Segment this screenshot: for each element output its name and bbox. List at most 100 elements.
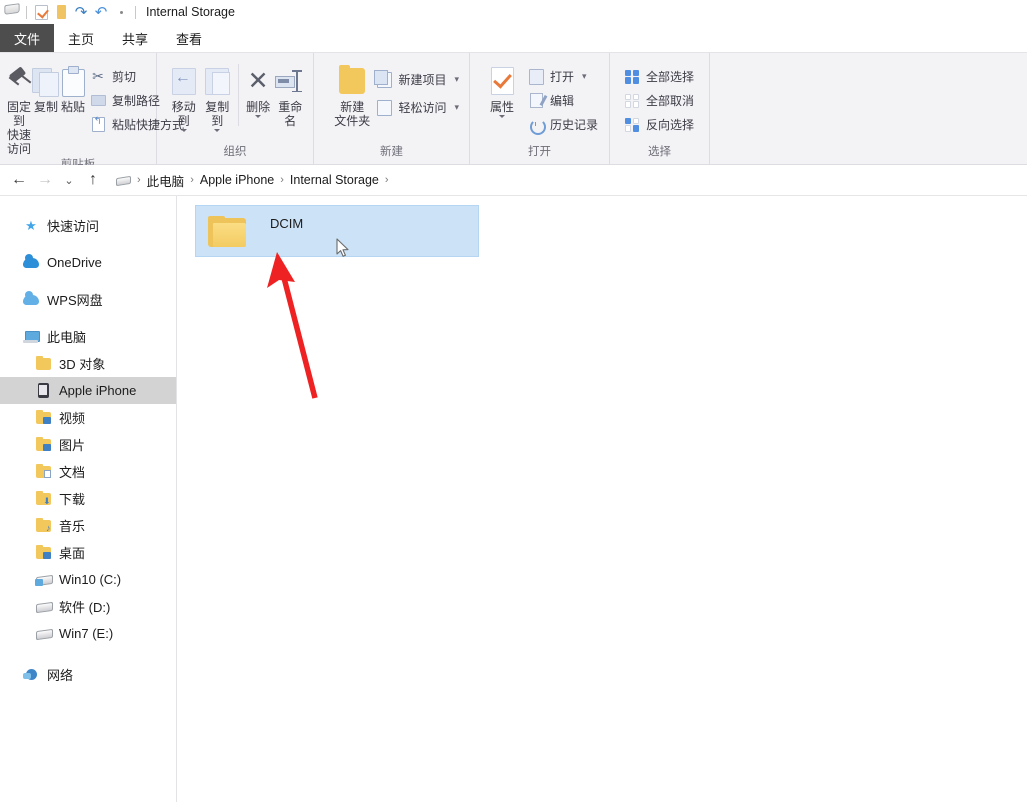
breadcrumb-apple-iphone[interactable]: Apple iPhone — [196, 173, 278, 187]
drive-icon — [34, 599, 52, 615]
list-item[interactable]: DCIM — [195, 205, 479, 257]
sidebar-item-videos[interactable]: 视频 — [0, 404, 176, 431]
delete-button[interactable]: ✕ 删除 — [243, 58, 274, 118]
navigation-pane[interactable]: ★ 快速访问 OneDrive WPS网盘 此电脑 3D 对象 Apple iP… — [0, 196, 177, 802]
copy-path-label: 复制路径 — [112, 94, 161, 108]
sidebar-item-network[interactable]: 网络 — [0, 661, 176, 688]
sidebar-item-wps-cloud[interactable]: WPS网盘 — [0, 286, 176, 313]
properties-label: 属性 — [489, 100, 514, 114]
sidebar-item-3d-objects[interactable]: 3D 对象 — [0, 350, 176, 377]
sidebar-item-label: 此电脑 — [47, 330, 87, 345]
ribbon-group-select: 全部选择 全部取消 反向选择 选择 — [610, 53, 710, 164]
file-item-name: DCIM — [270, 215, 304, 231]
sidebar-item-this-pc[interactable]: 此电脑 — [0, 323, 176, 350]
invert-selection-label: 反向选择 — [646, 118, 695, 132]
breadcrumb-separator-1[interactable]: › — [188, 174, 196, 186]
edit-label: 编辑 — [550, 94, 575, 108]
this-pc-icon — [22, 329, 40, 345]
ribbon-group-organize: 移动到 复制到 ✕ 删除 重命名 组织 — [157, 53, 314, 164]
sidebar-item-label: 快速访问 — [47, 219, 100, 234]
delete-caret-icon[interactable] — [255, 115, 262, 118]
copy-to-button[interactable]: 复制到 — [201, 58, 235, 132]
open-button[interactable]: 打开 ▾ — [524, 67, 602, 86]
recent-locations-button[interactable]: ⌄ — [58, 167, 80, 193]
sidebar-item-label: Win7 (E:) — [59, 626, 114, 641]
tab-share[interactable]: 共享 — [108, 24, 162, 52]
group-label-new: 新建 — [380, 146, 403, 158]
new-folder-label: 新建 文件夹 — [334, 100, 371, 128]
sidebar-item-music[interactable]: ♪ 音乐 — [0, 512, 176, 539]
history-label: 历史记录 — [550, 118, 599, 132]
sidebar-item-quick-access[interactable]: ★ 快速访问 — [0, 212, 176, 239]
folder-documents-icon — [34, 463, 52, 480]
new-item-caret-icon[interactable]: ▾ — [454, 74, 459, 85]
qat-separator-2 — [135, 5, 136, 19]
sidebar-item-pictures[interactable]: 图片 — [0, 431, 176, 458]
paste-button[interactable]: 粘贴 — [60, 58, 86, 114]
customize-qat-icon[interactable] — [111, 2, 131, 22]
move-to-button[interactable]: 移动到 — [167, 58, 201, 132]
sidebar-item-label: 下载 — [59, 492, 86, 507]
delete-icon: ✕ — [247, 67, 269, 95]
breadcrumb-separator-3[interactable]: › — [383, 174, 391, 186]
edit-button[interactable]: 编辑 — [524, 91, 602, 110]
tab-home[interactable]: 主页 — [54, 24, 109, 52]
sidebar-item-label: 音乐 — [59, 519, 86, 534]
sidebar-item-desktop[interactable]: 桌面 — [0, 539, 176, 566]
new-item-button[interactable]: 新建项目 ▾ — [372, 69, 463, 89]
breadcrumb[interactable]: › 此电脑 › Apple iPhone › Internal Storage … — [112, 169, 1027, 191]
breadcrumb-separator-2[interactable]: › — [278, 174, 286, 186]
select-none-button[interactable]: 全部取消 — [620, 91, 698, 110]
tab-file[interactable]: 文件 — [0, 24, 55, 52]
back-button[interactable]: ← — [6, 167, 32, 193]
properties-button[interactable]: 属性 — [480, 58, 524, 118]
breadcrumb-separator-0[interactable]: › — [135, 174, 143, 186]
sidebar-item-apple-iphone[interactable]: Apple iPhone — [0, 377, 176, 404]
new-small-commands: 新建项目 ▾ 轻松访问 ▾ — [372, 58, 463, 117]
open-small-commands: 打开 ▾ 编辑 历史记录 — [524, 58, 602, 135]
open-caret-icon[interactable]: ▾ — [582, 71, 587, 82]
properties-icon[interactable] — [31, 2, 51, 22]
breadcrumb-internal-storage[interactable]: Internal Storage — [286, 173, 383, 187]
breadcrumb-this-pc[interactable]: 此电脑 — [143, 171, 189, 190]
file-list-view[interactable]: DCIM — [178, 196, 1027, 802]
redo-icon[interactable]: ↷ — [71, 2, 91, 22]
sidebar-item-label: OneDrive — [47, 255, 102, 270]
select-all-button[interactable]: 全部选择 — [620, 67, 698, 86]
undo-icon[interactable]: ↶ — [91, 2, 111, 22]
sidebar-item-onedrive[interactable]: OneDrive — [0, 249, 176, 276]
device-icon[interactable] — [2, 2, 22, 22]
folder-music-icon: ♪ — [34, 517, 52, 534]
copy-button[interactable]: 复制 — [32, 58, 60, 114]
sidebar-item-documents[interactable]: 文档 — [0, 458, 176, 485]
new-folder-button[interactable]: 新建 文件夹 — [332, 58, 372, 128]
history-button[interactable]: 历史记录 — [524, 115, 602, 135]
tab-view[interactable]: 查看 — [162, 24, 216, 52]
up-button[interactable]: ↑ — [80, 167, 106, 193]
invert-selection-button[interactable]: 反向选择 — [620, 115, 698, 134]
group-label-select: 选择 — [648, 146, 671, 158]
system-drive-icon — [34, 572, 52, 588]
move-to-caret-icon[interactable] — [180, 129, 187, 132]
pin-to-quick-access-button[interactable]: 固定到 快速访问 — [6, 58, 32, 156]
select-all-label: 全部选择 — [646, 70, 695, 84]
paste-label: 粘贴 — [60, 100, 85, 114]
edit-icon — [528, 93, 544, 109]
copy-to-label: 复制到 — [205, 100, 230, 128]
sidebar-item-downloads[interactable]: ⬇ 下载 — [0, 485, 176, 512]
network-icon — [22, 667, 40, 683]
rename-button[interactable]: 重命名 — [274, 58, 308, 128]
properties-caret-icon[interactable] — [499, 115, 505, 118]
window-title: Internal Storage — [146, 5, 235, 19]
new-folder-icon[interactable] — [51, 2, 71, 22]
sidebar-item-win10-c[interactable]: Win10 (C:) — [0, 566, 176, 593]
new-folder-icon — [339, 64, 366, 98]
forward-button[interactable]: → — [32, 167, 58, 193]
easy-access-caret-icon[interactable]: ▾ — [454, 102, 459, 113]
copy-to-caret-icon[interactable] — [214, 129, 221, 132]
sidebar-item-label: 图片 — [59, 438, 86, 453]
nav-gap-2 — [0, 276, 176, 286]
sidebar-item-win7-e[interactable]: Win7 (E:) — [0, 620, 176, 647]
easy-access-button[interactable]: 轻松访问 ▾ — [372, 98, 463, 117]
sidebar-item-software-d[interactable]: 软件 (D:) — [0, 593, 176, 620]
